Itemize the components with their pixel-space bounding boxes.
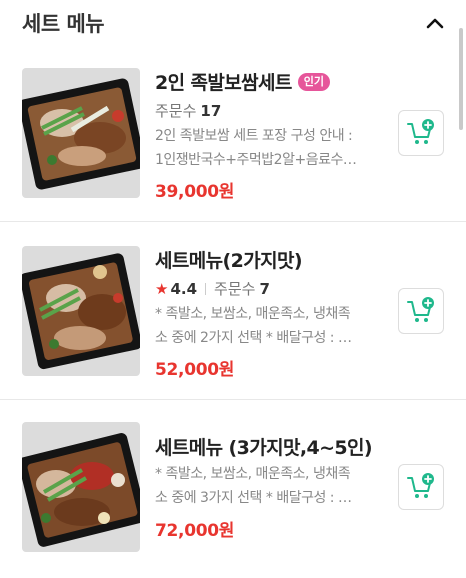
menu-item-description: 2인 족발보쌈 세트 포장 구성 안내 : 1인쟁반국수+주먹밥2알+음료수… — [155, 124, 377, 172]
menu-item-price: 52,000원 — [155, 360, 235, 380]
description-line: 소 중에 3가지 선택 * 배달구성 : … — [155, 490, 352, 506]
menu-item[interactable]: 세트메뉴(2가지맛) ★ 4.4 주문수 7 * 족발소, 보쌈소, 매운족소,… — [0, 222, 466, 400]
chevron-up-icon[interactable] — [424, 12, 446, 34]
rating-value: 4.4 — [170, 279, 198, 298]
add-to-cart-button[interactable] — [398, 110, 444, 156]
divider — [205, 282, 207, 295]
popular-badge: 인기 — [297, 72, 331, 91]
add-to-cart-button[interactable] — [398, 288, 444, 334]
order-count: 주문수 17 — [155, 100, 221, 121]
description-line: * 족발소, 보쌈소, 매운족소, 냉채족 — [155, 306, 351, 322]
description-line: * 족발소, 보쌈소, 매운족소, 냉채족 — [155, 466, 351, 482]
add-to-cart-button[interactable] — [398, 464, 444, 510]
order-count-label: 주문수 — [214, 280, 256, 298]
menu-item[interactable]: 세트메뉴 (3가지맛,4~5인) * 족발소, 보쌈소, 매운족소, 냉채족 소… — [0, 400, 466, 578]
menu-item-price: 39,000원 — [155, 182, 235, 202]
menu-item-name: 세트메뉴 (3가지맛,4~5인) — [155, 437, 373, 459]
menu-item-photo — [22, 246, 140, 376]
add-to-cart-icon — [407, 297, 434, 322]
order-count-value: 7 — [259, 279, 270, 298]
menu-item-description: * 족발소, 보쌈소, 매운족소, 냉채족 소 중에 3가지 선택 * 배달구성… — [155, 462, 377, 510]
menu-item-description: * 족발소, 보쌈소, 매운족소, 냉채족 소 중에 2가지 선택 * 배달구성… — [155, 302, 377, 350]
menu-item-photo — [22, 422, 140, 552]
description-line: 소 중에 2가지 선택 * 배달구성 : … — [155, 330, 352, 346]
order-count-value: 17 — [200, 101, 222, 120]
add-to-cart-icon — [407, 119, 434, 144]
rating-and-orders: ★ 4.4 주문수 7 — [155, 278, 270, 299]
menu-item-photo — [22, 68, 140, 198]
menu-item-name: 2인 족발보쌈세트 — [155, 72, 292, 94]
star-icon: ★ — [155, 279, 169, 298]
menu-item-name: 세트메뉴(2가지맛) — [155, 250, 303, 272]
section-title: 세트 메뉴 — [22, 12, 105, 36]
order-count-label: 주문수 — [155, 102, 197, 120]
description-line: 1인쟁반국수+주먹밥2알+음료수… — [155, 152, 357, 168]
add-to-cart-icon — [407, 473, 434, 498]
menu-item[interactable]: 2인 족발보쌈세트 인기 주문수 17 2인 족발보쌈 세트 포장 구성 안내 … — [0, 44, 466, 222]
description-line: 2인 족발보쌈 세트 포장 구성 안내 : — [155, 128, 353, 144]
section-header[interactable]: 세트 메뉴 — [0, 0, 466, 44]
menu-item-price: 72,000원 — [155, 521, 235, 541]
